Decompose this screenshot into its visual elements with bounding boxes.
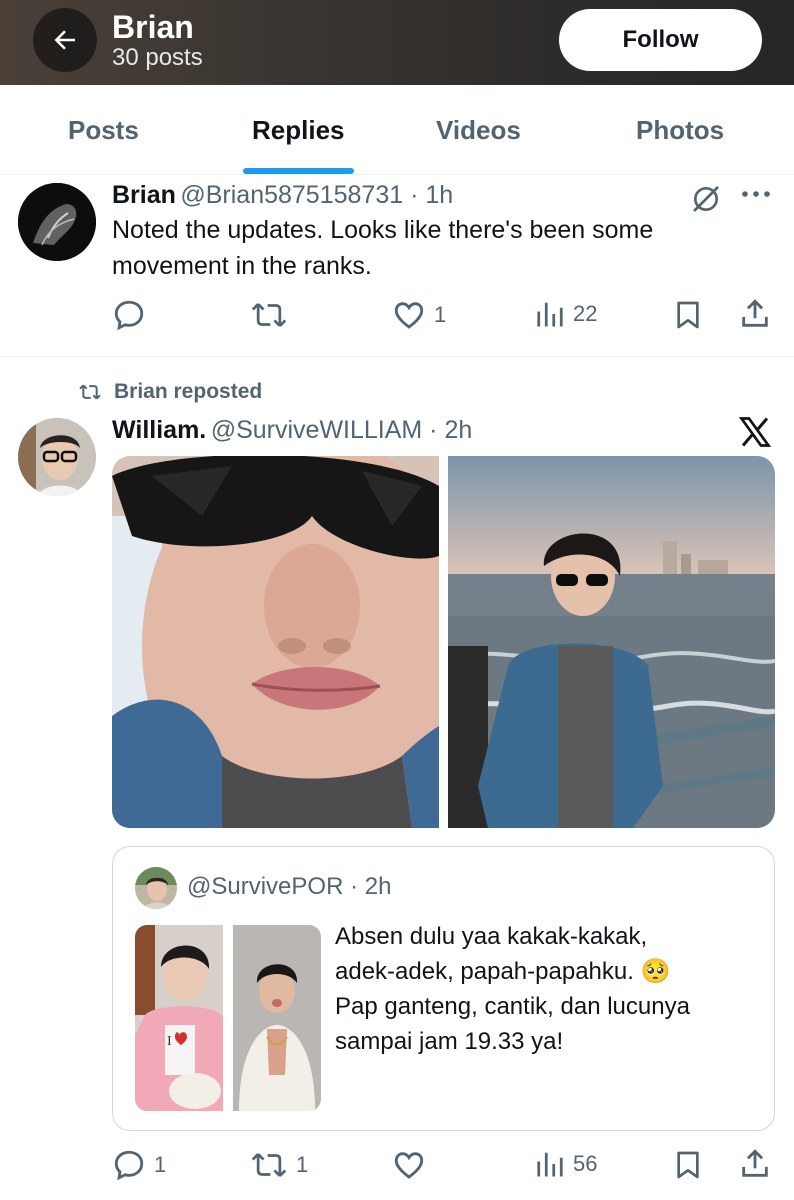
x-logo-icon[interactable] [736, 414, 774, 450]
quoted-media-image[interactable] [233, 925, 321, 1111]
reply-icon [114, 1150, 144, 1181]
photo-pink-shirt: I [135, 925, 223, 1111]
post-media-image[interactable] [112, 456, 439, 828]
repost-icon [251, 303, 287, 327]
repost-button[interactable] [250, 298, 288, 332]
active-tab-indicator [243, 168, 354, 174]
quoted-post-header: @SurvivePOR · 2h [187, 873, 391, 901]
repost-count: 1 [296, 1152, 309, 1177]
quoted-post[interactable]: @SurvivePOR · 2h I Absen dulu yaa kakak-… [112, 846, 775, 1131]
svg-text:I: I [167, 1034, 172, 1049]
like-button[interactable]: 1 [392, 298, 446, 332]
repost-icon [251, 1153, 287, 1177]
reply-count: 1 [154, 1152, 167, 1177]
post-text-line: movement in the ranks. [112, 252, 372, 280]
profile-header: Brian 30 posts Follow [0, 0, 794, 85]
avatar-image [18, 183, 96, 261]
views-button[interactable]: 22 [535, 298, 597, 330]
reply-icon [114, 300, 144, 331]
quoted-text-line: sampai jam 19.33 ya! [335, 1028, 564, 1055]
post-header: William. @SurviveWILLIAM · 2h [112, 416, 472, 445]
bookmark-icon[interactable] [672, 298, 704, 332]
bookmark-icon[interactable] [672, 1148, 704, 1182]
repost-indicator[interactable]: Brian reposted [78, 380, 262, 404]
avatar[interactable] [18, 418, 96, 496]
share-icon[interactable] [738, 296, 772, 332]
author-handle-time[interactable]: @Brian5875158731 · 1h [180, 181, 453, 209]
profile-tabs: Posts Replies Videos Photos [0, 85, 794, 175]
author-name[interactable]: Brian [112, 181, 176, 209]
tab-replies[interactable]: Replies [252, 115, 345, 146]
grok-icon[interactable] [690, 183, 722, 215]
heart-icon [394, 1152, 424, 1179]
photo-beach [448, 456, 775, 828]
tab-photos[interactable]: Photos [636, 115, 724, 146]
more-icon[interactable] [740, 184, 772, 204]
repost-icon [79, 384, 101, 400]
quoted-text-line: adek-adek, papah-papahku. 🥺 [335, 958, 671, 985]
share-icon[interactable] [738, 1146, 772, 1182]
repost-button[interactable]: 1 [250, 1148, 308, 1182]
post-media-image[interactable] [448, 456, 775, 828]
like-button[interactable] [392, 1148, 426, 1182]
repost-label: Brian reposted [114, 380, 263, 403]
post-text-line: Noted the updates. Looks like there's be… [112, 216, 654, 244]
quoted-handle-time[interactable]: @SurvivePOR · 2h [187, 873, 391, 900]
post-divider [0, 356, 794, 357]
follow-button[interactable]: Follow [559, 9, 762, 71]
tab-videos[interactable]: Videos [436, 115, 521, 146]
views-icon [537, 1152, 563, 1177]
heart-icon [394, 302, 424, 329]
reply-button[interactable] [112, 298, 146, 332]
reply-button[interactable]: 1 [112, 1148, 166, 1182]
author-handle-time[interactable]: @SurviveWILLIAM · 2h [211, 416, 473, 444]
post-text: Noted the updates. Looks like there's be… [112, 212, 653, 284]
post-header: Brian @Brian5875158731 · 1h [112, 181, 453, 210]
views-count: 22 [573, 301, 598, 326]
like-count: 1 [434, 302, 447, 327]
quoted-text-line: Absen dulu yaa kakak-kakak, [335, 923, 648, 950]
tab-posts[interactable]: Posts [68, 115, 139, 146]
back-button[interactable] [33, 8, 97, 72]
photo-white-jacket [233, 925, 321, 1111]
avatar[interactable] [18, 183, 96, 261]
avatar-image [18, 418, 96, 496]
views-count: 56 [573, 1151, 598, 1176]
photo-closeup [112, 456, 439, 828]
profile-name: Brian [112, 9, 194, 45]
avatar-image [135, 867, 177, 909]
arrow-left-icon [54, 30, 75, 50]
views-button[interactable]: 56 [535, 1148, 597, 1180]
post-count: 30 posts [112, 44, 203, 71]
quoted-text-line: Pap ganteng, cantik, dan lucunya [335, 993, 690, 1020]
quoted-media-image[interactable]: I [135, 925, 223, 1111]
avatar[interactable] [135, 867, 177, 909]
author-name[interactable]: William. [112, 416, 206, 444]
views-icon [537, 302, 563, 327]
quoted-post-text: Absen dulu yaa kakak-kakak, adek-adek, p… [335, 919, 755, 1059]
